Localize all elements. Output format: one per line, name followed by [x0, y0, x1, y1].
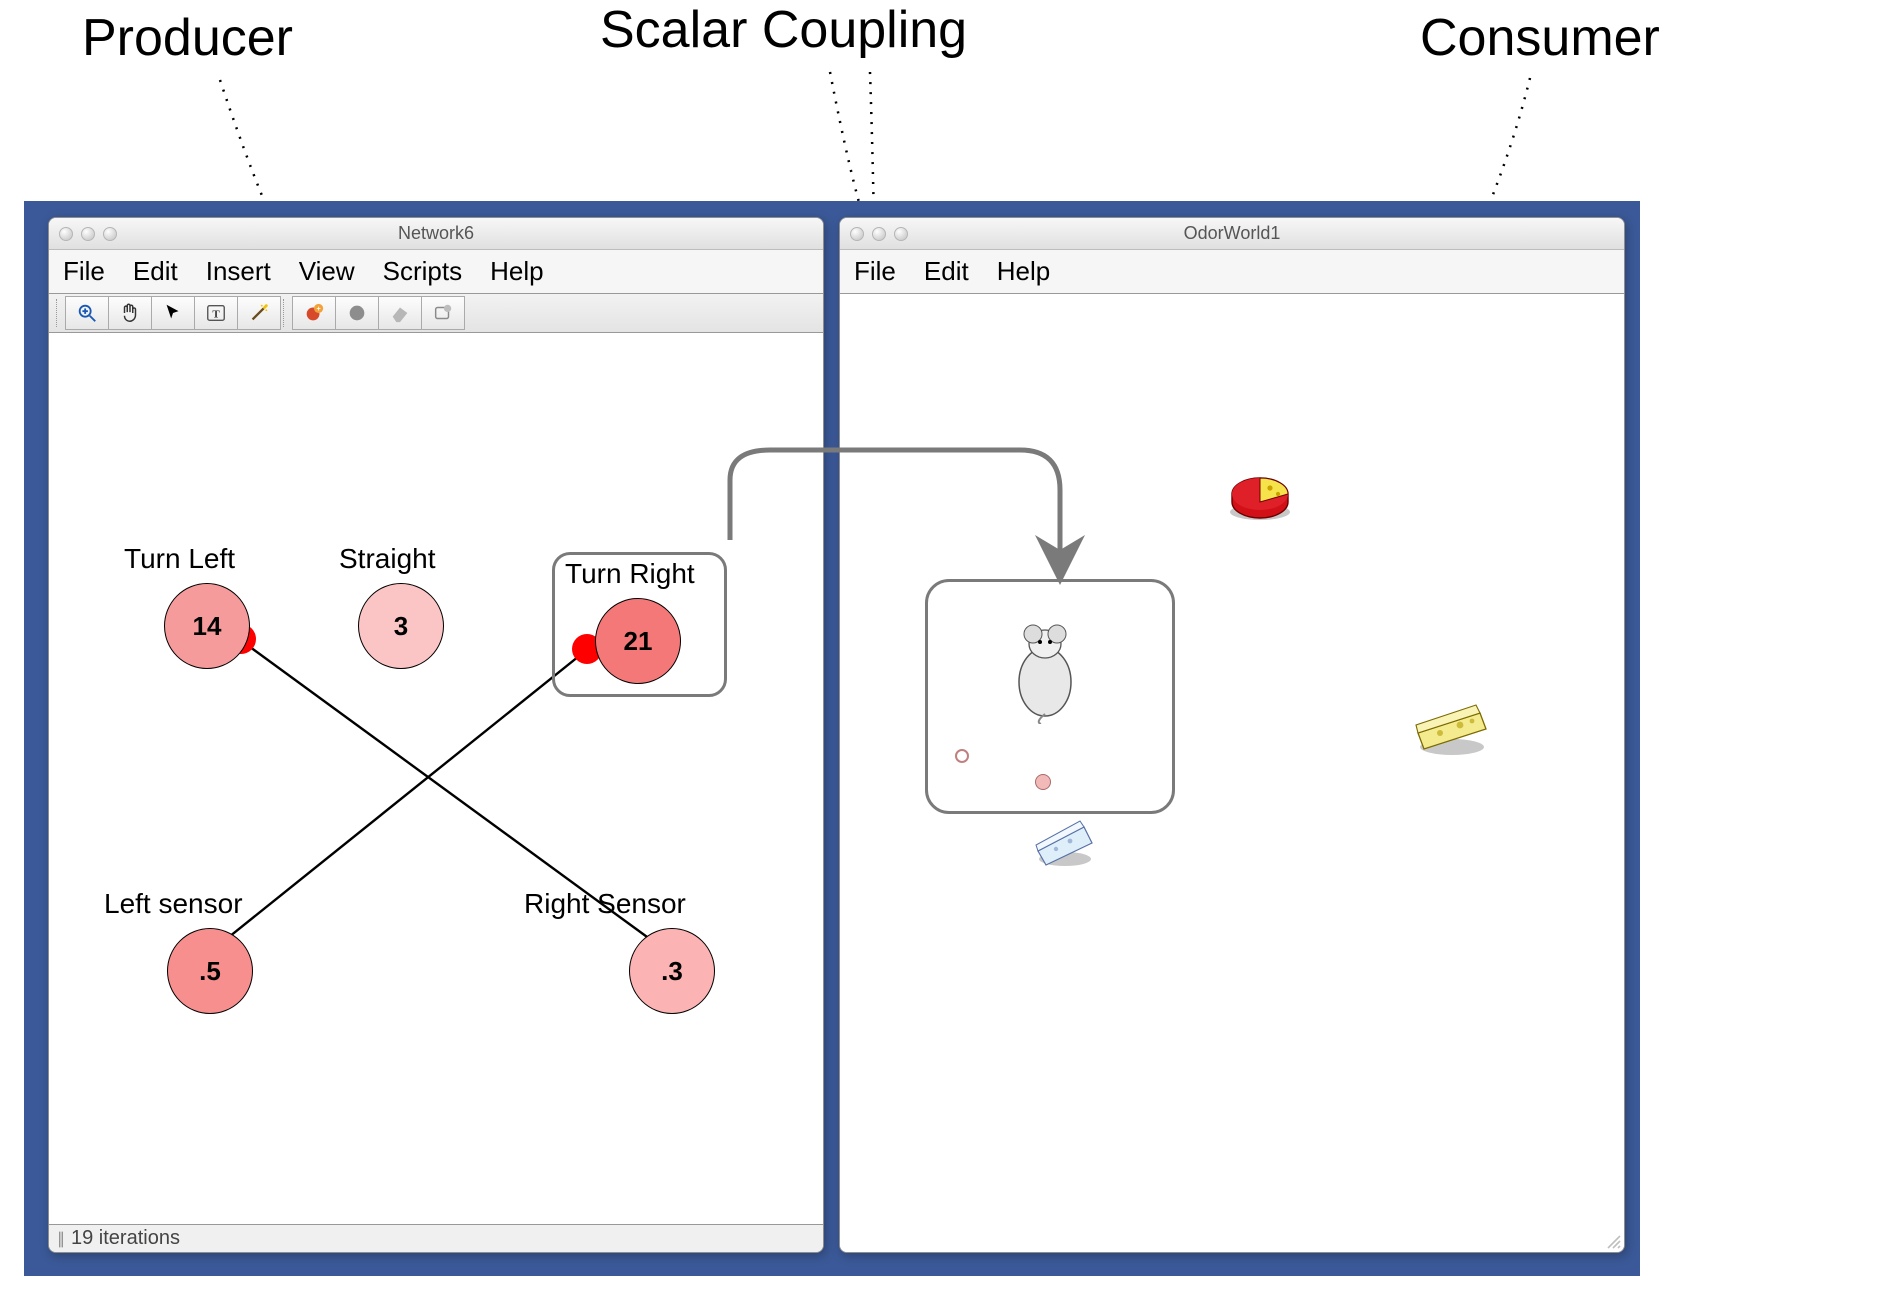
mouse-agent[interactable] [1000, 614, 1090, 724]
label-turn-left: Turn Left [124, 543, 235, 575]
menu-file[interactable]: File [63, 256, 105, 287]
zoom-icon[interactable] [65, 296, 109, 330]
network-title: Network6 [49, 223, 823, 244]
erase-icon[interactable] [378, 296, 422, 330]
hand-icon[interactable] [108, 296, 152, 330]
yellow-cheese-icon[interactable] [1410, 689, 1495, 759]
resize-handle-icon[interactable] [1604, 1232, 1622, 1250]
minimize-icon[interactable] [872, 227, 886, 241]
node-left-sensor[interactable]: .5 [167, 928, 253, 1014]
wand-icon[interactable] [237, 296, 281, 330]
traffic-lights-odor [850, 227, 908, 241]
new-node-icon[interactable]: + [292, 296, 336, 330]
blue-cheese-icon[interactable] [1030, 809, 1100, 869]
node-turn-right-value: 21 [624, 626, 653, 657]
network-menubar: File Edit Insert View Scripts Help [49, 250, 823, 294]
group-icon[interactable] [421, 296, 465, 330]
network-canvas[interactable]: Turn Left 14 Straight 3 Turn Right 21 Le… [49, 333, 823, 1223]
node-right-sensor[interactable]: .3 [629, 928, 715, 1014]
pointer-icon[interactable] [151, 296, 195, 330]
close-icon[interactable] [850, 227, 864, 241]
node-left-sensor-value: .5 [199, 956, 221, 987]
zoom-window-icon[interactable] [894, 227, 908, 241]
label-right-sensor: Right Sensor [524, 888, 686, 920]
odor-titlebar[interactable]: OdorWorld1 [840, 218, 1624, 250]
odor-canvas[interactable] [840, 294, 1624, 1252]
minimize-icon[interactable] [81, 227, 95, 241]
menu-edit[interactable]: Edit [924, 256, 969, 287]
sensor-dot-left [955, 749, 969, 763]
network-toolbar: T + [49, 294, 823, 333]
menu-file[interactable]: File [854, 256, 896, 287]
menu-edit[interactable]: Edit [133, 256, 178, 287]
label-scalar-coupling: Scalar Coupling [600, 0, 967, 60]
node-straight[interactable]: 3 [358, 583, 444, 669]
node-turn-left-value: 14 [193, 611, 222, 642]
svg-text:T: T [212, 309, 220, 321]
red-cheese-icon[interactable] [1220, 454, 1300, 524]
network-statusbar: ∥ 19 iterations [49, 1224, 823, 1252]
zoom-window-icon[interactable] [103, 227, 117, 241]
odor-menubar: File Edit Help [840, 250, 1624, 294]
network-edges [49, 333, 823, 1223]
label-left-sensor: Left sensor [104, 888, 243, 920]
network-titlebar[interactable]: Network6 [49, 218, 823, 250]
label-producer: Producer [82, 8, 293, 68]
menu-scripts[interactable]: Scripts [383, 256, 462, 287]
node-straight-value: 3 [394, 611, 408, 642]
node-turn-left[interactable]: 14 [164, 583, 250, 669]
svg-text:+: + [316, 304, 320, 313]
circle-icon[interactable] [335, 296, 379, 330]
node-turn-right[interactable]: 21 [595, 598, 681, 684]
odor-title: OdorWorld1 [840, 223, 1624, 244]
menu-help[interactable]: Help [997, 256, 1050, 287]
sensor-dot-right [1035, 774, 1051, 790]
menu-help[interactable]: Help [490, 256, 543, 287]
network-status-text: 19 iterations [71, 1227, 180, 1250]
label-turn-right: Turn Right [565, 558, 695, 590]
odorworld-window: OdorWorld1 File Edit Help [839, 217, 1625, 1253]
close-icon[interactable] [59, 227, 73, 241]
menu-view[interactable]: View [299, 256, 355, 287]
node-right-sensor-value: .3 [661, 956, 683, 987]
traffic-lights [59, 227, 117, 241]
label-consumer: Consumer [1420, 8, 1660, 68]
text-tool-icon[interactable]: T [194, 296, 238, 330]
menu-insert[interactable]: Insert [206, 256, 271, 287]
network-window: Network6 File Edit Insert View Scripts H… [48, 217, 824, 1253]
label-straight: Straight [339, 543, 436, 575]
